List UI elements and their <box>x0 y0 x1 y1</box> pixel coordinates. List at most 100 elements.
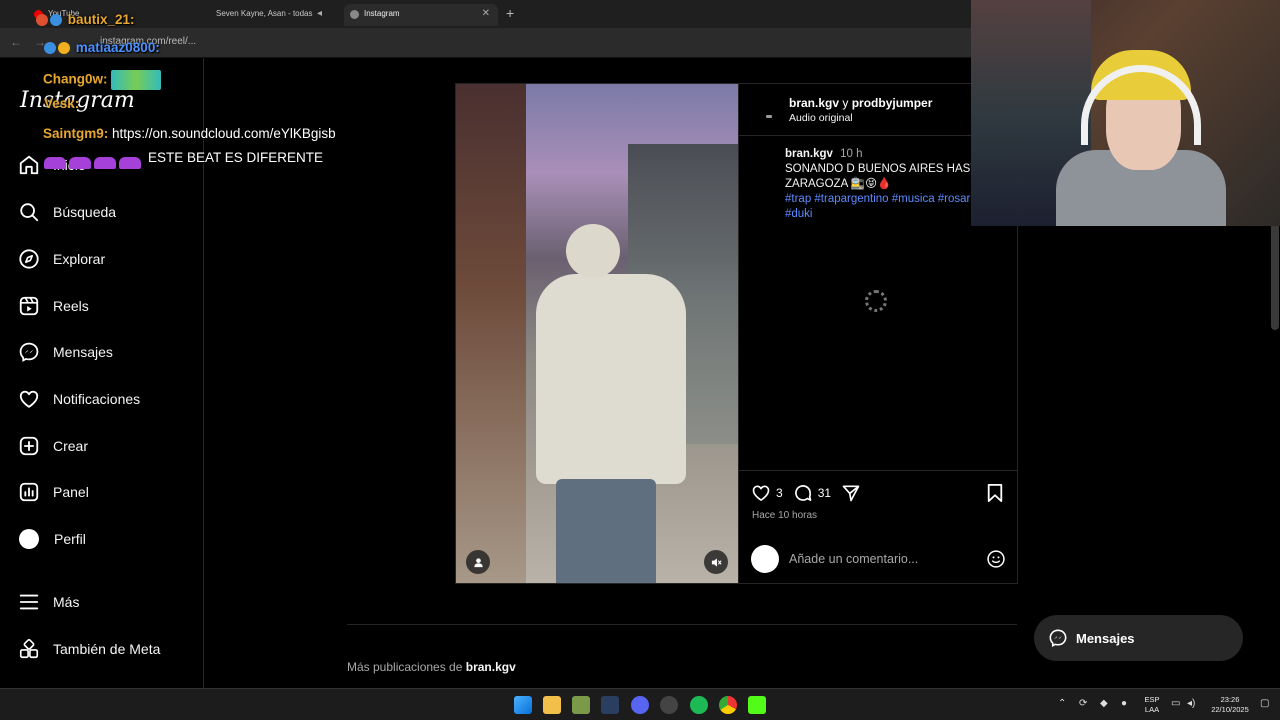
sidebar-item-label: También de Meta <box>53 641 161 657</box>
steam-icon[interactable] <box>601 696 619 714</box>
sidebar-item-label: Más <box>53 594 80 610</box>
divider <box>347 624 1017 625</box>
avatar[interactable] <box>753 96 783 126</box>
sidebar-item-perfil[interactable]: Perfil <box>18 526 86 552</box>
chat-username: Vesk: <box>44 96 80 111</box>
post-actions: 3 31 Hace 10 horas <box>739 470 1018 583</box>
sidebar-item-notificaciones[interactable]: Notificaciones <box>18 386 140 412</box>
post-caption: bran.kgv 10 h SONANDO D BUENOS AIRES HAS… <box>785 147 985 222</box>
chat-username: Chang0w: <box>43 71 108 87</box>
share-icon[interactable] <box>841 483 861 503</box>
sidebar-item-busqueda[interactable]: Búsqueda <box>18 199 116 225</box>
chat-emote-icon <box>44 156 146 172</box>
sidebar-item-label: Mensajes <box>53 344 113 360</box>
chat-emote-icon <box>111 70 162 90</box>
author-conjunction: y <box>842 96 849 110</box>
sync-icon[interactable]: ⟳ <box>1079 698 1087 709</box>
sidebar-item-mas[interactable]: Más <box>18 589 79 615</box>
app-icon[interactable] <box>572 696 590 714</box>
sidebar-item-label: Búsqueda <box>53 204 117 220</box>
network-icon[interactable]: ▭ <box>1171 698 1180 709</box>
plus-icon[interactable]: + <box>506 5 514 21</box>
post-authors: bran.kgv y prodbyjumper <box>789 96 932 110</box>
sidebar-item-reels[interactable]: Reels <box>18 293 89 319</box>
language-code: ESP <box>1144 695 1160 704</box>
stream-chat-line: matiaaz0800: <box>44 40 160 55</box>
chat-badge-icon <box>58 42 70 55</box>
stream-chat-line: bautix_21: <box>36 12 135 27</box>
language-indicator[interactable]: ESP LAA <box>1141 695 1163 715</box>
audio-link[interactable]: Audio original <box>789 112 853 124</box>
back-icon[interactable]: ← <box>10 35 22 49</box>
microphone-icon[interactable]: ● <box>1121 698 1127 709</box>
sidebar-item-label: Reels <box>53 298 89 314</box>
sidebar-item-panel[interactable]: Panel <box>18 479 89 505</box>
close-icon[interactable]: ✕ <box>482 8 490 19</box>
shield-icon[interactable]: ◆ <box>1100 698 1108 709</box>
mute-icon[interactable] <box>704 550 728 574</box>
messages-button[interactable]: Mensajes <box>1034 615 1243 661</box>
compass-icon <box>19 249 39 269</box>
comment-count[interactable]: 31 <box>818 486 831 500</box>
chat-message: ESTE BEAT ES DIFERENTE <box>148 150 324 165</box>
file-explorer-icon[interactable] <box>543 696 561 714</box>
sidebar-item-crear[interactable]: Crear <box>18 433 88 459</box>
sidebar-item-mensajes[interactable]: Mensajes <box>18 339 113 365</box>
kick-icon[interactable] <box>748 696 766 714</box>
caption-timestamp: 10 h <box>840 148 863 160</box>
author-link[interactable]: bran.kgv <box>789 96 839 110</box>
comment-icon[interactable] <box>793 483 813 503</box>
more-posts-user-link[interactable]: bran.kgv <box>466 660 516 674</box>
instagram-icon <box>350 10 359 19</box>
heart-icon <box>19 390 39 408</box>
comment-input[interactable] <box>789 551 969 567</box>
sidebar-item-label: Perfil <box>54 531 86 547</box>
caption-author[interactable]: bran.kgv <box>785 148 833 160</box>
tagged-user-icon[interactable] <box>466 550 490 574</box>
sidebar-item-explorar[interactable]: Explorar <box>18 246 105 272</box>
caption-hashtags[interactable]: #trap #trapargentino #musica #rosario #d… <box>785 193 979 220</box>
plus-square-icon <box>19 436 39 456</box>
sidebar-item-tambien-de-meta[interactable]: También de Meta <box>18 636 160 662</box>
bookmark-icon[interactable] <box>986 483 1004 503</box>
chevron-up-icon[interactable]: ⌃ <box>1058 698 1066 709</box>
loading-spinner-icon <box>865 290 887 312</box>
chrome-icon[interactable] <box>719 696 737 714</box>
collaborator-link[interactable]: prodbyjumper <box>852 96 933 110</box>
discord-icon[interactable] <box>631 696 649 714</box>
tab-instagram[interactable]: Instagram ✕ <box>344 4 498 26</box>
mute-icon[interactable]: ◂ <box>317 8 322 19</box>
avatar-icon <box>19 529 39 549</box>
reel-video[interactable] <box>456 84 738 583</box>
meta-icon <box>19 638 39 659</box>
webcam-overlay <box>971 0 1280 226</box>
spotify-icon[interactable] <box>690 696 708 714</box>
post-timestamp: Hace 10 horas <box>752 510 818 521</box>
clock-date: 22/10/2025 <box>1211 705 1249 714</box>
more-posts-label: Más publicaciones de <box>347 660 463 674</box>
post-container: bran.kgv y prodbyjumper Audio original b… <box>455 83 1018 584</box>
windows-start-icon[interactable] <box>514 696 532 714</box>
sidebar-item-label: Explorar <box>53 251 106 267</box>
chat-username: Saintgm9: <box>43 126 109 141</box>
chart-icon <box>19 482 39 502</box>
clock[interactable]: 23:26 22/10/2025 <box>1205 695 1255 715</box>
stream-chat-line: Saintgm9: https://on.soundcloud.com/eYlK… <box>43 126 336 141</box>
like-heart-icon[interactable] <box>751 483 771 503</box>
taskbar: ⌃ ⟳ ◆ ● ESP LAA ▭ ◂) 23:26 22/10/2025 ▢ <box>0 688 1280 720</box>
volume-icon[interactable]: ◂) <box>1187 698 1195 709</box>
notification-icon[interactable]: ▢ <box>1260 698 1269 709</box>
search-icon <box>20 203 39 222</box>
emoji-icon[interactable] <box>986 549 1006 569</box>
like-count[interactable]: 3 <box>776 486 783 500</box>
reels-icon <box>19 296 39 316</box>
tab-seven-kayne[interactable]: Seven Kayne, Asan - todas ◂ <box>196 4 342 26</box>
sidebar-item-label: Notificaciones <box>53 391 141 407</box>
more-posts-heading: Más publicaciones de bran.kgv <box>347 660 516 674</box>
menu-icon <box>19 594 39 610</box>
stream-chat-line: Chang0w: <box>43 70 162 90</box>
clock-time: 23:26 <box>1220 695 1240 704</box>
chat-username: matiaaz0800: <box>75 40 160 55</box>
obs-icon[interactable] <box>660 696 678 714</box>
home-icon <box>19 155 39 175</box>
